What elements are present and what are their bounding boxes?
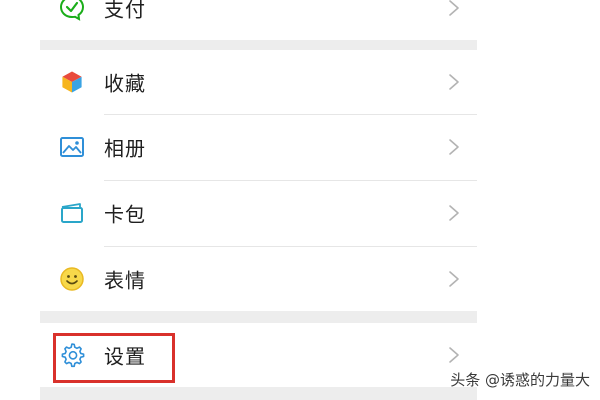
menu-item-label: 表情 — [104, 268, 146, 293]
photo-album-icon — [58, 133, 86, 161]
menu-item-label: 收藏 — [104, 71, 146, 96]
menu-item-favorites[interactable]: 收藏 — [40, 50, 477, 114]
menu-item-stickers[interactable]: 表情 — [40, 247, 477, 311]
menu-item-pay[interactable]: 支付 — [40, 0, 477, 40]
section-separator — [40, 40, 477, 50]
chevron-right-icon — [447, 346, 461, 364]
menu-item-album[interactable]: 相册 — [40, 115, 477, 179]
smiley-sticker-icon — [58, 265, 86, 293]
chevron-right-icon — [447, 138, 461, 156]
card-wallet-icon — [58, 199, 86, 227]
favorites-cube-icon — [58, 68, 86, 96]
menu-item-label: 卡包 — [104, 202, 146, 227]
section-separator — [40, 387, 477, 400]
menu-item-label: 支付 — [104, 0, 146, 22]
menu-item-card-wallet[interactable]: 卡包 — [40, 181, 477, 245]
settings-highlight-box — [53, 333, 175, 383]
chevron-right-icon — [447, 73, 461, 91]
wechat-pay-icon — [58, 0, 86, 22]
chevron-right-icon — [447, 270, 461, 288]
source-watermark: 头条 @诱惑的力量大 — [450, 371, 590, 389]
section-separator — [40, 311, 477, 323]
chevron-right-icon — [447, 204, 461, 222]
menu-item-label: 相册 — [104, 136, 146, 161]
chevron-right-icon — [447, 0, 461, 17]
